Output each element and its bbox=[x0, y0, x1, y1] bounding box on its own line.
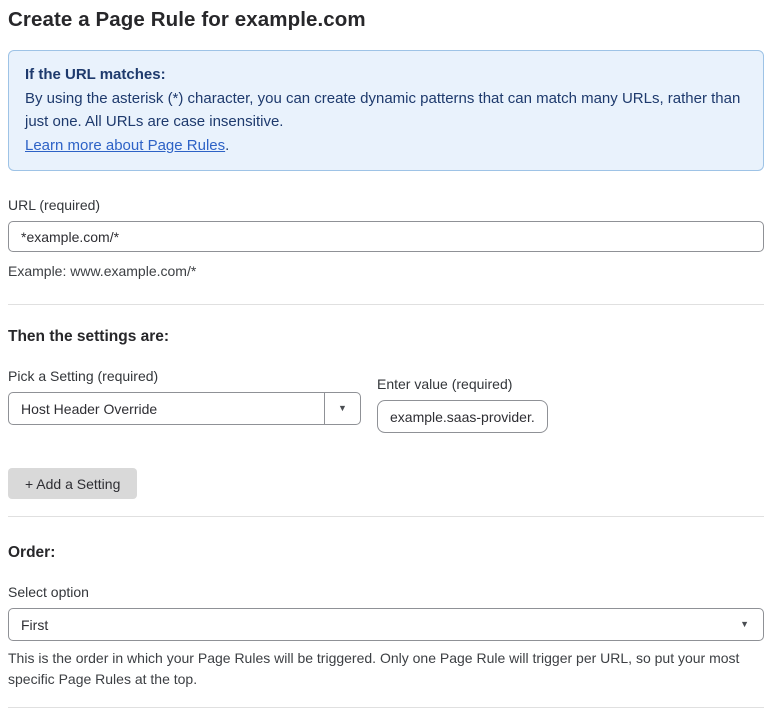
add-setting-button[interactable]: + Add a Setting bbox=[8, 468, 138, 499]
info-box-heading: If the URL matches: bbox=[25, 66, 166, 83]
url-field-label: URL (required) bbox=[8, 197, 101, 213]
url-matches-info-box: If the URL matches: By using the asteris… bbox=[8, 50, 764, 171]
link-suffix: . bbox=[225, 136, 230, 154]
divider bbox=[8, 516, 764, 517]
order-section-heading: Order: bbox=[8, 544, 56, 561]
info-box-link-line: Learn more about Page Rules. bbox=[25, 134, 747, 158]
learn-more-link[interactable]: Learn more about Page Rules bbox=[25, 137, 225, 154]
chevron-down-icon: ▼ bbox=[740, 619, 749, 629]
add-setting-row: + Add a Setting bbox=[8, 468, 764, 499]
chevron-down-icon: ▼ bbox=[338, 403, 347, 413]
pick-setting-column: Pick a Setting (required) Host Header Ov… bbox=[8, 368, 361, 425]
pick-setting-label: Pick a Setting (required) bbox=[8, 368, 159, 384]
url-input[interactable] bbox=[8, 221, 764, 252]
setting-select[interactable]: Host Header Override ▼ bbox=[8, 392, 361, 425]
url-example-helper: Example: www.example.com/* bbox=[8, 263, 197, 279]
setting-select-value: Host Header Override bbox=[21, 400, 158, 417]
order-select-value: First bbox=[21, 616, 49, 633]
enter-value-label: Enter value (required) bbox=[377, 376, 513, 392]
enter-value-column: Enter value (required) bbox=[377, 376, 548, 433]
order-select-label: Select option bbox=[8, 584, 89, 600]
setting-select-arrow-button[interactable]: ▼ bbox=[324, 393, 360, 424]
divider bbox=[8, 707, 764, 708]
divider bbox=[8, 304, 764, 305]
settings-section-heading: Then the settings are: bbox=[8, 328, 170, 345]
create-page-rule-panel: Create a Page Rule for example.com If th… bbox=[0, 0, 772, 711]
setting-row: Pick a Setting (required) Host Header Ov… bbox=[8, 368, 764, 433]
info-box-body: By using the asterisk (*) character, you… bbox=[25, 89, 741, 131]
page-title: Create a Page Rule for example.com bbox=[8, 8, 366, 31]
setting-value-input[interactable] bbox=[377, 400, 548, 433]
order-helper-text: This is the order in which your Page Rul… bbox=[8, 650, 740, 687]
order-select[interactable]: First ▼ bbox=[8, 608, 764, 641]
